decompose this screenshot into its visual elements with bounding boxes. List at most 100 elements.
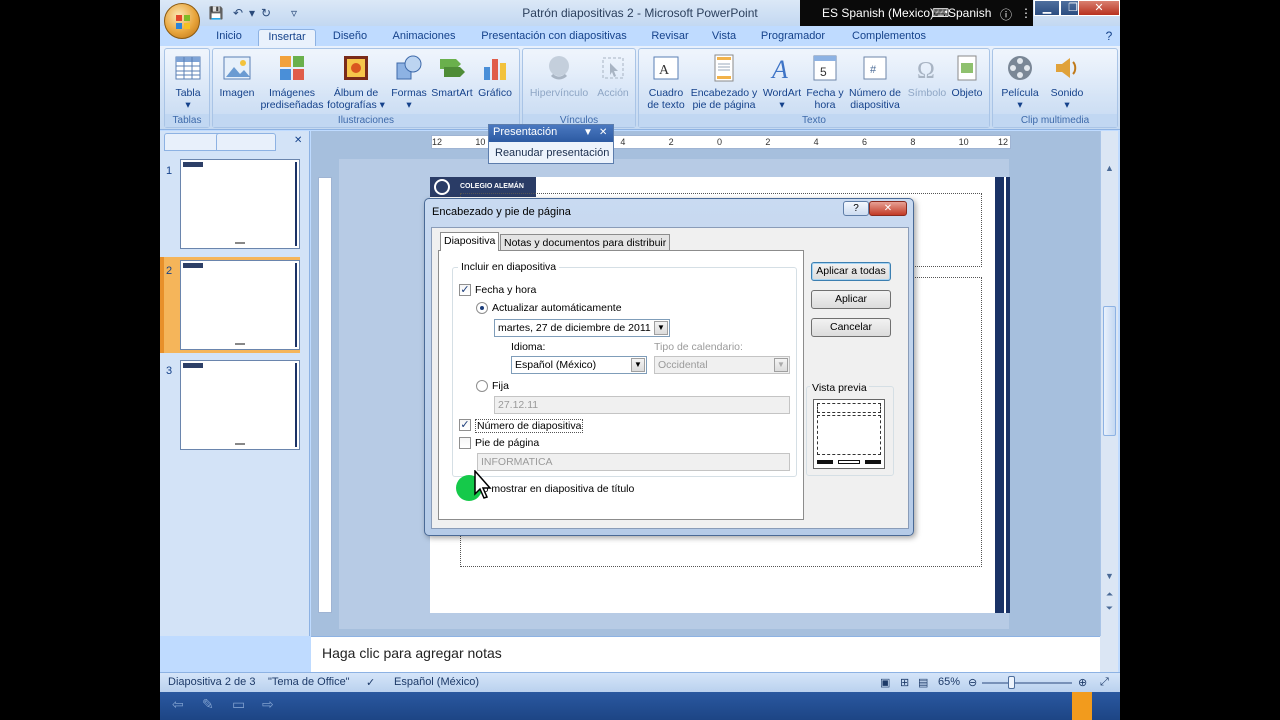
numero-diapositiva-button[interactable]: # Número de diapositiva xyxy=(845,53,905,111)
textbox-icon: A xyxy=(653,56,679,80)
vertical-ruler xyxy=(318,177,332,613)
omega-icon: Ω xyxy=(917,58,935,83)
title-bar: 💾 ↶ ▾ ↻ ▿ Patrón diapositivas 2 - Micros… xyxy=(160,0,1120,39)
imagenes-prediseñadas-button[interactable]: Imágenes prediseñadas xyxy=(259,53,325,111)
ruler-label: 0 xyxy=(717,137,723,147)
tab-inicio[interactable]: Inicio xyxy=(206,29,252,46)
notes-scrollbar[interactable] xyxy=(1100,636,1118,672)
dialog-close-button[interactable]: ✕ xyxy=(869,201,907,216)
reanudar-presentacion-button[interactable]: Reanudar presentación xyxy=(495,147,609,159)
chevron-down-icon[interactable]: ▼ xyxy=(774,358,788,372)
slide-thumbnail-3[interactable] xyxy=(180,360,300,450)
help-icon[interactable]: ⓘ xyxy=(1000,6,1012,23)
zoom-out-icon[interactable]: ⊖ xyxy=(968,676,977,689)
language-status[interactable]: Español (México) xyxy=(394,676,479,688)
status-bar: Diapositiva 2 de 3 "Tema de Office" ✓ Es… xyxy=(160,672,1120,692)
forward-icon[interactable]: ⇨ xyxy=(262,696,274,713)
menu-icon[interactable]: ▭ xyxy=(232,696,245,713)
language-bar-options-icon[interactable]: ⋮ xyxy=(1020,6,1032,20)
tab-animaciones[interactable]: Animaciones xyxy=(384,29,464,46)
close-button[interactable]: ✕ xyxy=(1078,0,1120,16)
chevron-down-icon[interactable]: ▼ xyxy=(654,321,668,335)
aplicar-todas-button[interactable]: Aplicar a todas xyxy=(811,262,891,281)
tab-insertar[interactable]: Insertar xyxy=(258,29,316,46)
cancelar-button[interactable]: Cancelar xyxy=(811,318,891,337)
tab-diapositiva[interactable]: Diapositiva xyxy=(440,232,500,251)
album-button[interactable]: Álbum de fotografías ▾ xyxy=(325,53,387,111)
aplicar-button[interactable]: Aplicar xyxy=(811,290,891,309)
formas-button[interactable]: Formas ▾ xyxy=(389,53,429,111)
tabla-button[interactable]: Tabla ▾ xyxy=(169,53,207,111)
encabezado-pie-button[interactable]: Encabezado y pie de página xyxy=(689,53,759,111)
slide-thumbnail-1[interactable] xyxy=(180,159,300,249)
pen-icon[interactable]: ✎ xyxy=(202,696,214,713)
redo-icon[interactable]: ↻ xyxy=(258,5,274,21)
toolbar-options-icon[interactable]: ▼ xyxy=(583,127,593,138)
pie-field[interactable]: INFORMATICA xyxy=(477,453,790,471)
tab-programador[interactable]: Programador xyxy=(754,29,832,46)
tab-complementos[interactable]: Complementos xyxy=(844,29,934,46)
scroll-down-arrow-icon[interactable]: ▼ xyxy=(1103,571,1116,583)
slide-thumbnail-2[interactable] xyxy=(180,260,300,350)
wordart-button[interactable]: A WordArt ▾ xyxy=(759,53,805,111)
zoom-slider-track[interactable] xyxy=(982,682,1072,684)
tab-vista[interactable]: Vista xyxy=(704,29,744,46)
fija-radio[interactable] xyxy=(476,380,488,392)
notes-pane[interactable]: Haga clic para agregar notas xyxy=(311,636,1101,672)
cuadro-texto-button[interactable]: A Cuadro de texto xyxy=(643,53,689,111)
fecha-hora-checkbox[interactable]: ✓ xyxy=(459,284,471,296)
idioma-dropdown[interactable]: Español (México) ▼ xyxy=(511,356,647,374)
numero-checkbox[interactable]: ✓ xyxy=(459,419,471,431)
normal-view-icon[interactable]: ▣ xyxy=(880,676,890,689)
taskbar-button[interactable] xyxy=(1072,692,1092,720)
slide-sorter-icon[interactable]: ⊞ xyxy=(900,676,909,689)
tab-slides-view[interactable] xyxy=(164,133,224,151)
scroll-up-arrow-icon[interactable]: ▲ xyxy=(1103,163,1116,175)
language-bar[interactable]: ES Spanish (Mexico) ⌨ Spanish ⓘ ⋮ xyxy=(800,0,1033,26)
fit-to-window-icon[interactable]: ⤢ xyxy=(1100,676,1109,689)
grafico-button[interactable]: Gráfico xyxy=(475,53,515,99)
tab-diseno[interactable]: Diseño xyxy=(326,29,374,46)
fecha-dropdown[interactable]: martes, 27 de diciembre de 2011 ▼ xyxy=(494,319,670,337)
zoom-level[interactable]: 65% xyxy=(938,676,960,688)
save-icon[interactable]: 💾 xyxy=(208,5,224,21)
pie-checkbox[interactable] xyxy=(459,437,471,449)
back-icon[interactable]: ⇦ xyxy=(172,696,184,713)
tab-revisar[interactable]: Revisar xyxy=(644,29,696,46)
calendario-dropdown[interactable]: Occidental ▼ xyxy=(654,356,790,374)
accion-button[interactable]: Acción xyxy=(593,53,633,99)
toolbar-close-icon[interactable]: ✕ xyxy=(599,127,607,138)
dialog-help-button[interactable]: ? xyxy=(843,201,869,216)
hipervinculo-button[interactable]: Hipervínculo xyxy=(527,53,591,99)
sonido-button[interactable]: Sonido ▾ xyxy=(1047,53,1087,111)
actualizar-radio[interactable] xyxy=(476,302,488,314)
minimize-button[interactable]: ▁ xyxy=(1034,0,1060,16)
customize-qat-icon[interactable]: ▿ xyxy=(286,5,302,21)
presentation-toolbar-header[interactable]: Presentación ▼ ✕ xyxy=(489,125,613,142)
tab-outline-view[interactable] xyxy=(216,133,276,151)
zoom-in-icon[interactable]: ⊕ xyxy=(1078,676,1087,689)
fecha-hora-button[interactable]: 5 Fecha y hora xyxy=(805,53,845,111)
close-panel-icon[interactable]: ✕ xyxy=(294,135,302,146)
fija-field[interactable]: 27.12.11 xyxy=(494,396,790,414)
scrollbar-thumb[interactable] xyxy=(1103,306,1116,436)
language-name[interactable]: Spanish xyxy=(948,6,991,20)
objeto-button[interactable]: Objeto xyxy=(947,53,987,99)
tab-presentacion[interactable]: Presentación con diapositivas xyxy=(476,29,632,46)
previous-slide-icon[interactable]: ⏶ xyxy=(1103,589,1116,601)
chevron-down-icon[interactable]: ▼ xyxy=(631,358,645,372)
language-indicator[interactable]: ES Spanish (Mexico) xyxy=(822,6,934,20)
simbolo-button[interactable]: Ω Símbolo xyxy=(905,53,949,99)
next-slide-icon[interactable]: ⏷ xyxy=(1103,603,1116,615)
pelicula-button[interactable]: Película ▾ xyxy=(997,53,1043,111)
spelling-icon[interactable]: ✓ xyxy=(366,676,375,689)
vertical-scrollbar[interactable]: ▲ ▼ ⏶ ⏷ xyxy=(1100,131,1118,636)
slideshow-icon[interactable]: ▤ xyxy=(918,676,928,689)
ribbon-help-icon[interactable]: ? xyxy=(1102,29,1116,46)
tab-notas-documentos[interactable]: Notas y documentos para distribuir xyxy=(500,234,671,251)
preview-page xyxy=(813,399,885,469)
smartart-button[interactable]: SmartArt xyxy=(429,53,475,99)
office-button[interactable] xyxy=(164,3,200,39)
zoom-slider-knob[interactable] xyxy=(1008,676,1015,689)
imagen-button[interactable]: Imagen xyxy=(217,53,257,99)
